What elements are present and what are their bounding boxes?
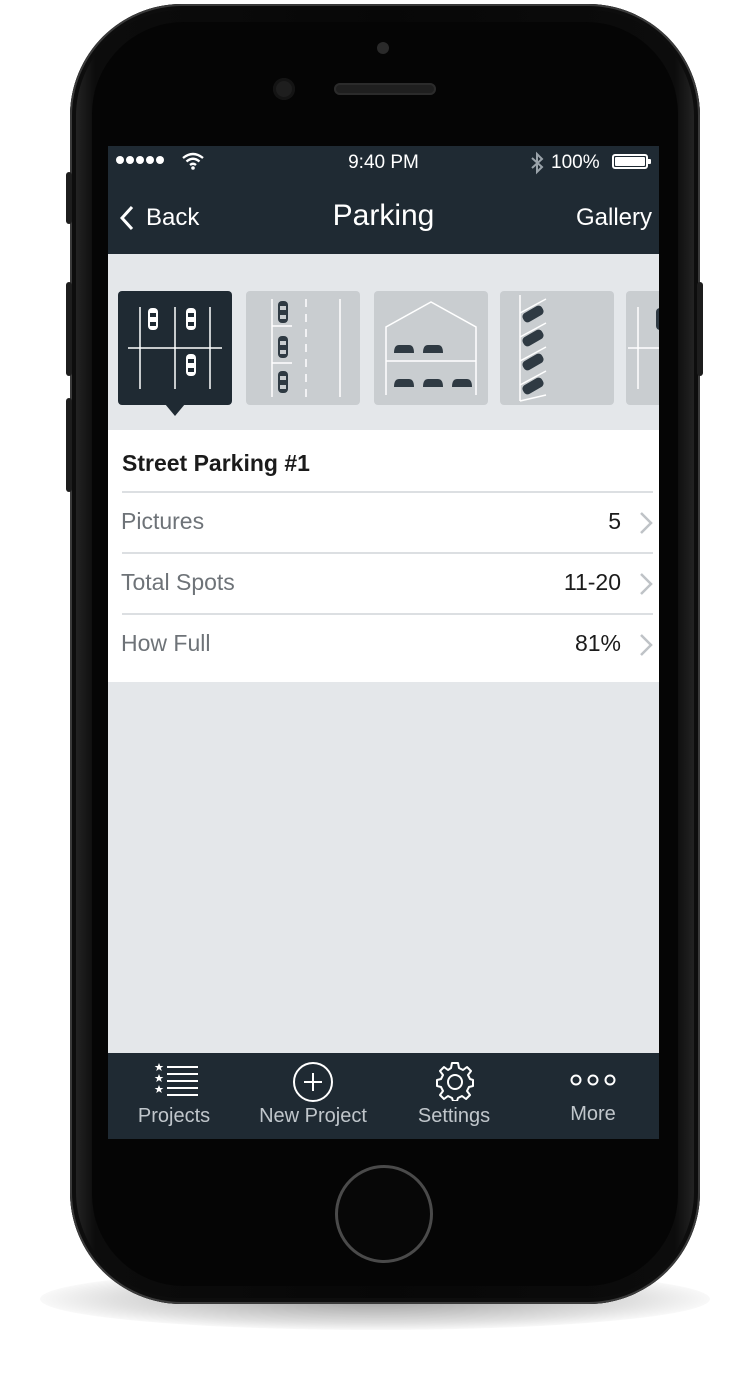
mute-switch — [66, 172, 72, 224]
chevron-right-icon — [640, 512, 653, 534]
app-screen: 9:40 PM 100% Back Parking Gallery Street… — [108, 146, 659, 1139]
partial-parking-tile-icon — [628, 307, 659, 389]
row-value: 5 — [608, 508, 621, 534]
earpiece-speaker — [334, 83, 436, 95]
tile-street-parking-grid[interactable] — [118, 291, 232, 405]
tab-label: More — [570, 1103, 616, 1125]
bluetooth-icon — [531, 151, 544, 175]
power-button — [697, 282, 703, 376]
street-parking-grid-icon — [128, 307, 222, 389]
list-row-pictures[interactable]: Pictures 5 — [108, 491, 659, 552]
tab-label: New Project — [259, 1105, 367, 1127]
tab-settings[interactable]: Settings — [398, 1053, 510, 1139]
row-label: Pictures — [121, 508, 205, 534]
tab-projects[interactable]: Projects — [118, 1053, 230, 1139]
row-label: Total Spots — [121, 569, 235, 595]
tab-new-project[interactable]: New Project — [246, 1053, 380, 1139]
front-camera — [273, 78, 295, 100]
row-divider — [122, 613, 653, 615]
row-value: 81% — [574, 630, 621, 656]
tile-parallel-parking[interactable] — [246, 291, 360, 405]
battery-icon — [612, 154, 651, 169]
tab-more[interactable]: More — [538, 1053, 648, 1139]
row-value: 11-20 — [563, 569, 621, 595]
tile-parking-garage[interactable] — [374, 291, 488, 405]
proximity-sensor — [377, 42, 389, 54]
plus-circle-icon — [293, 1062, 333, 1102]
home-button[interactable] — [335, 1165, 433, 1263]
starred-list-icon — [154, 1063, 198, 1096]
angled-parking-icon — [519, 295, 547, 402]
list-row-total-spots[interactable]: Total Spots 11-20 — [108, 552, 659, 613]
chevron-right-icon — [640, 634, 653, 656]
tab-bar: Projects New Project Settings More — [108, 1053, 659, 1139]
row-label: How Full — [121, 630, 211, 656]
parking-detail-card: Street Parking #1 Pictures 5 Total Spots… — [108, 430, 659, 682]
chevron-right-icon — [640, 573, 653, 595]
parking-garage-icon — [385, 301, 477, 395]
list-row-how-full[interactable]: How Full 81% — [108, 613, 659, 674]
volume-down-button — [66, 398, 72, 492]
battery-percentage: 100% — [551, 152, 600, 173]
volume-up-button — [66, 282, 72, 376]
tab-label: Settings — [417, 1105, 491, 1127]
more-dots-icon — [570, 1074, 616, 1086]
parking-type-carousel[interactable] — [108, 254, 659, 430]
navigation-bar: Back Parking Gallery — [108, 180, 659, 254]
gallery-button[interactable]: Gallery — [576, 204, 652, 232]
parallel-parking-icon — [271, 299, 341, 397]
row-divider — [122, 491, 653, 493]
tile-partial[interactable] — [626, 291, 659, 405]
parking-name: Street Parking #1 — [122, 450, 310, 476]
tile-angled-parking[interactable] — [500, 291, 614, 405]
tab-label: Projects — [137, 1105, 211, 1127]
selection-pointer — [165, 404, 185, 416]
status-bar: 9:40 PM 100% — [108, 146, 659, 180]
row-divider — [122, 552, 653, 554]
gear-icon — [436, 1062, 474, 1101]
